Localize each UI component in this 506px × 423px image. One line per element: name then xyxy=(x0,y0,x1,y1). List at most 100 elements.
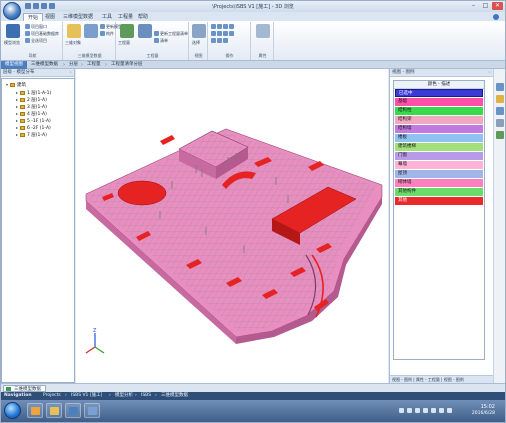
legend-row[interactable]: 屋顶 xyxy=(395,170,483,178)
ime-icon[interactable] xyxy=(423,408,428,413)
tree-item[interactable]: ▸ 2 层(1-A) xyxy=(16,97,47,103)
legend-row[interactable]: 其他构件 xyxy=(395,188,483,196)
breadcrumb-separator-icon: › xyxy=(25,62,27,68)
ribbon-group-3d-data: 三维对象 更新模型 构件 三维模型数据 xyxy=(64,22,122,60)
pan-icon[interactable] xyxy=(496,95,504,103)
nav-path-item[interactable]: 模型分析 xyxy=(115,392,133,400)
legend-row[interactable]: 基础 xyxy=(395,98,483,106)
breadcrumb-separator-icon: › xyxy=(105,62,107,68)
taskbar-app-files[interactable] xyxy=(46,403,62,418)
legend-row[interactable]: 结构墙 xyxy=(395,125,483,133)
title-bar: \Projects\ISBS V1 [施工] - 3D 浏览 – □ ✕ xyxy=(1,1,505,12)
flag-icon[interactable] xyxy=(407,408,412,413)
nav-path-item[interactable]: 三维模型数据 xyxy=(161,392,188,400)
model-browse-icon[interactable] xyxy=(6,24,20,38)
help-icon[interactable] xyxy=(493,14,499,20)
update-model-icon[interactable] xyxy=(84,24,98,38)
operation-row-3[interactable] xyxy=(211,38,229,44)
legend-row[interactable]: 砌体墙 xyxy=(395,179,483,187)
rotate-icon[interactable] xyxy=(496,83,504,91)
window-controls: – □ ✕ xyxy=(468,2,503,10)
pin-icon[interactable]: ◦ xyxy=(69,70,72,76)
folder-icon xyxy=(20,111,25,116)
folder-icon xyxy=(20,104,25,109)
legend-row[interactable]: 门窗 xyxy=(395,152,483,160)
battery-icon[interactable] xyxy=(439,408,444,413)
ribbon-group-operations: 操作 xyxy=(209,22,251,60)
legend-row[interactable]: 已选中 xyxy=(395,89,483,97)
tree-item[interactable]: ▸ 1 层(1-A-1) xyxy=(16,90,51,96)
taskbar-app-viewer[interactable] xyxy=(84,403,100,418)
notification-icon[interactable] xyxy=(431,408,436,413)
nav-path-item[interactable]: ISBS V1 [施工] xyxy=(71,392,102,400)
legend-row[interactable]: 幕墙 xyxy=(395,161,483,169)
legend-row[interactable]: 其他 xyxy=(395,197,483,205)
tree-item[interactable]: ▸ 7 层(1-A) xyxy=(16,132,47,138)
nav-separator-icon: › xyxy=(65,393,67,398)
project-window-button[interactable]: 项目窗口 xyxy=(25,24,47,30)
security-icon[interactable] xyxy=(447,408,452,413)
quantities-icon[interactable] xyxy=(120,24,134,38)
zoom-icon[interactable] xyxy=(496,107,504,115)
color-legend: 颜色 - 描述 已选中 基础 结构柱 结构梁 结构墙 楼板 建筑楼梯 门窗 幕墙 屋顶 砌体墙 其他构… xyxy=(393,80,485,360)
tab-3d-model[interactable]: 三维模型数据 xyxy=(3,385,46,392)
tab-help[interactable]: 帮助 xyxy=(134,13,152,21)
select-icon[interactable] xyxy=(192,24,206,38)
nav-separator-icon: › xyxy=(135,393,137,398)
breadcrumb-item[interactable]: 三维模型数据 xyxy=(28,61,58,69)
operation-row-1[interactable] xyxy=(211,24,235,30)
taskbar-app-browser[interactable] xyxy=(27,403,43,418)
operation-row-2[interactable] xyxy=(211,31,235,37)
panel-tabs[interactable]: 视图 - 图例 | 属性 - 工程量 | 视图 - 图例 xyxy=(390,375,494,383)
update-quantities-icon[interactable] xyxy=(138,24,152,38)
tab-start[interactable]: 开始 xyxy=(23,13,44,21)
building-model[interactable] xyxy=(76,69,388,383)
ribbon-group-view: 选择 视图 xyxy=(190,22,208,60)
section-icon[interactable] xyxy=(496,131,504,139)
volume-icon[interactable] xyxy=(415,408,420,413)
app-menu-logo-icon[interactable] xyxy=(3,2,21,20)
project-database-button[interactable]: 项目基础数据库 xyxy=(25,31,59,37)
nav-separator-icon: › xyxy=(155,393,157,398)
legend-row[interactable]: 楼板 xyxy=(395,134,483,142)
3d-object-icon[interactable] xyxy=(67,24,81,38)
update-quantity-list-button[interactable]: 更新工程量清单 xyxy=(154,31,188,37)
nav-path-item[interactable]: Projects xyxy=(43,392,61,400)
tree-item[interactable]: ▸ 4 层(1-A) xyxy=(16,111,47,117)
viewport-tool-strip xyxy=(493,69,505,383)
tree-item[interactable]: ▸ 6 -2F (1-A) xyxy=(16,125,51,131)
tab-view[interactable]: 视图 xyxy=(41,13,59,21)
clock-time[interactable]: 15:02 xyxy=(481,404,495,410)
start-button[interactable] xyxy=(4,402,21,419)
maximize-button[interactable]: □ xyxy=(480,2,491,10)
tree-item[interactable]: ▸ 5 -1F (1-A) xyxy=(16,118,51,124)
navigation-label: Navigation xyxy=(4,393,32,398)
breadcrumb-item[interactable]: 工程量清单分层 xyxy=(108,61,143,69)
3d-viewport[interactable]: Z xyxy=(76,69,388,383)
breadcrumb-item[interactable]: 分层 xyxy=(66,61,78,69)
quantity-list-button[interactable]: 清单 xyxy=(154,38,168,44)
fit-view-icon[interactable] xyxy=(496,119,504,127)
pin-icon[interactable]: ◦ xyxy=(488,70,491,76)
legend-row[interactable]: 建筑楼梯 xyxy=(395,143,483,151)
tree-item[interactable]: ▸ 3 层(1-A) xyxy=(16,104,47,110)
network-icon[interactable] xyxy=(399,408,404,413)
ribbon-group-navigation: 模型浏览 项目窗口 项目基础数据库 全选项目 导航 xyxy=(3,22,63,60)
tab-3d-model-data[interactable]: 三维模型数据 xyxy=(59,13,97,21)
close-button[interactable]: ✕ xyxy=(492,2,503,10)
breadcrumb-item[interactable]: 模型视图 xyxy=(1,61,27,69)
legend-row[interactable]: 结构柱 xyxy=(395,107,483,115)
tree-root[interactable]: ▾ 建筑 xyxy=(6,82,26,88)
properties-icon[interactable] xyxy=(256,24,270,38)
select-all-button[interactable]: 全选项目 xyxy=(25,38,47,44)
ribbon-group-label: 操作 xyxy=(225,53,234,58)
taskbar-app-bim[interactable] xyxy=(65,403,81,418)
component-button[interactable]: 构件 xyxy=(100,31,114,37)
breadcrumb-item[interactable]: 工程量 xyxy=(84,61,101,69)
clock-date[interactable]: 2016/6/28 xyxy=(472,411,495,416)
select-label: 选择 xyxy=(192,40,200,45)
legend-row[interactable]: 结构梁 xyxy=(395,116,483,124)
svg-text:Z: Z xyxy=(93,328,97,334)
nav-path-item[interactable]: ISBS xyxy=(141,392,151,400)
minimize-button[interactable]: – xyxy=(468,2,479,10)
